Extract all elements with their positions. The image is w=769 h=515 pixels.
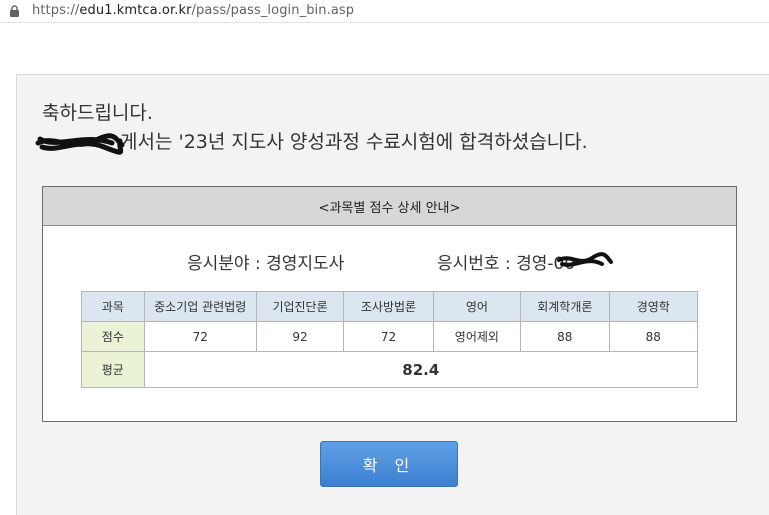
score-cell: 72 [143, 321, 257, 352]
subject-header: 기업진단론 [255, 291, 345, 322]
average-row-label: 평균 [81, 351, 145, 388]
redaction-scribble [557, 252, 613, 267]
url-scheme: https:// [32, 3, 80, 18]
lock-icon [10, 5, 19, 17]
score-table: 과목 중소기업 관련법령 기업진단론 조사방법론 영어 회계학개론 경영학 점수… [81, 291, 699, 388]
pass-message-text: 게서는 '23년 지도사 양성과정 수료시험에 합격하셨습니다. [120, 131, 588, 153]
subject-header: 조사방법론 [343, 291, 434, 322]
score-cell: 92 [255, 321, 345, 352]
greeting-text: 축하드립니다. [42, 102, 153, 124]
score-detail-box: <과목별 점수 상세 안내> 응시분야 : 경영지도사 응시번호 : 경영-00… [42, 186, 737, 422]
score-cell: 72 [343, 321, 434, 352]
table-row: 평균 82.4 [81, 351, 699, 388]
address-bar[interactable]: https://edu1.kmtca.or.kr/pass/pass_login… [0, 0, 769, 23]
subject-header: 회계학개론 [520, 291, 610, 322]
average-value: 82.4 [143, 351, 699, 388]
score-cell: 88 [520, 321, 610, 352]
confirm-button[interactable]: 확 인 [320, 441, 458, 487]
url-text[interactable]: https://edu1.kmtca.or.kr/pass/pass_login… [32, 3, 354, 18]
score-detail-title: <과목별 점수 상세 안내> [43, 187, 736, 226]
subject-header: 중소기업 관련법령 [143, 291, 257, 322]
url-path: /pass/pass_login_bin.asp [191, 3, 355, 18]
subject-header: 영어 [432, 291, 522, 322]
applicant-info: 응시분야 : 경영지도사 응시번호 : 경영-00 [43, 249, 736, 274]
redaction-scribble [35, 133, 125, 155]
score-cell: 88 [608, 321, 699, 352]
subject-header: 경영학 [608, 291, 699, 322]
score-row-label: 점수 [81, 321, 145, 352]
score-cell: 영어제외 [432, 321, 522, 352]
url-host: edu1.kmtca.or.kr [79, 3, 192, 18]
exam-field: 응시분야 : 경영지도사 [187, 254, 345, 274]
exam-number: 응시번호 : 경영-00 [437, 254, 576, 274]
table-header-row: 과목 중소기업 관련법령 기업진단론 조사방법론 영어 회계학개론 경영학 [81, 291, 699, 322]
table-header-cell: 과목 [81, 291, 145, 322]
table-row: 점수 72 92 72 영어제외 88 88 [81, 321, 699, 352]
